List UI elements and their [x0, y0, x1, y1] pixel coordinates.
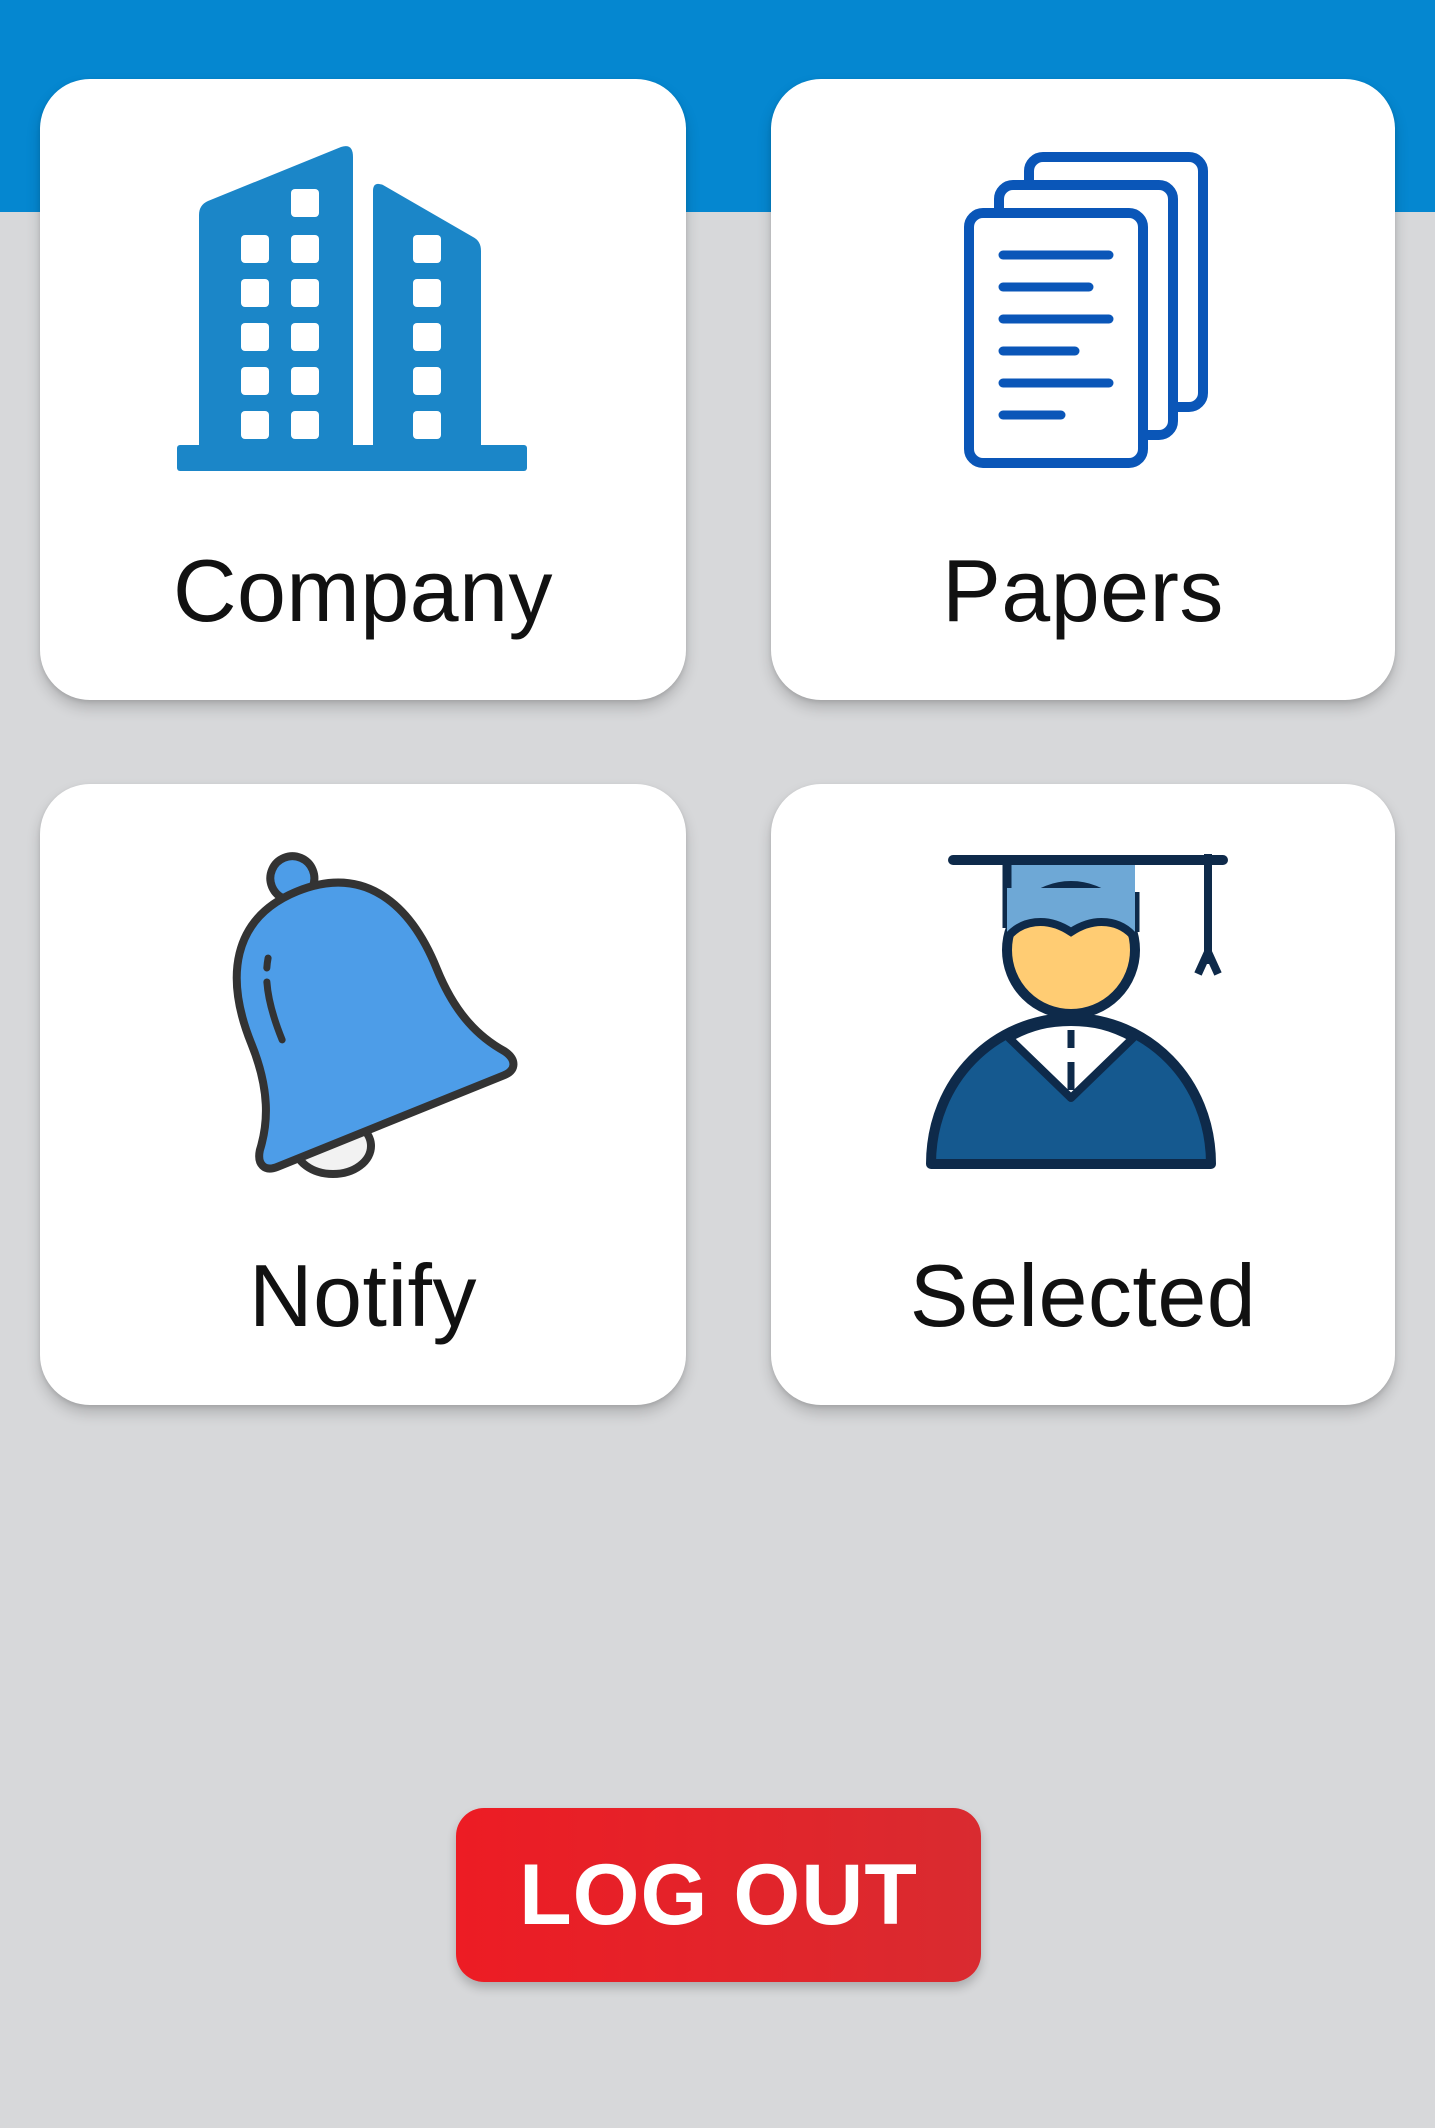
- menu-card-selected[interactable]: Selected: [771, 784, 1395, 1405]
- menu-card-papers[interactable]: Papers: [771, 79, 1395, 700]
- bell-icon: [40, 824, 686, 1204]
- menu-card-label: Selected: [909, 1246, 1257, 1345]
- menu-card-notify[interactable]: Notify: [40, 784, 686, 1405]
- menu-card-company[interactable]: Company: [40, 79, 686, 700]
- building-icon: [40, 119, 686, 499]
- graduate-icon: [771, 824, 1395, 1204]
- menu-card-label: Papers: [942, 541, 1224, 640]
- documents-icon: [771, 119, 1395, 499]
- menu-card-label: Company: [172, 541, 554, 640]
- menu-card-label: Notify: [249, 1246, 477, 1345]
- logout-button[interactable]: LOG OUT: [456, 1808, 981, 1982]
